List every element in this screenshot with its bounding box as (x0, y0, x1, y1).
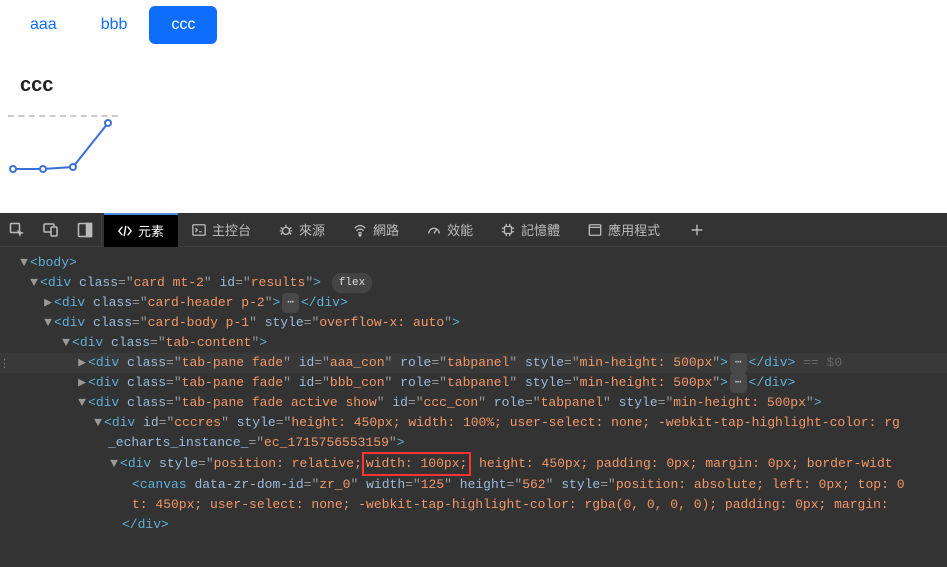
tab-label: 效能 (447, 220, 473, 239)
bug-icon (279, 223, 293, 237)
tab-label: 主控台 (212, 220, 251, 239)
flex-badge[interactable]: flex (332, 273, 372, 293)
dom-tree[interactable]: ▼<body> ▼<div class="card mt-2" id="resu… (0, 247, 947, 567)
add-tab-icon[interactable] (680, 213, 714, 247)
tab-aaa[interactable]: aaa (8, 6, 79, 44)
devtools-toolbar: 元素 主控台 來源 網路 效能 記憶體 應用程式 (0, 213, 947, 247)
dom-node[interactable]: </div> (0, 515, 947, 535)
dom-node[interactable]: ▼<div style="position: relative; width: … (0, 453, 947, 475)
tab-ccc[interactable]: ccc (149, 6, 217, 44)
ellipsis-badge[interactable]: ⋯ (730, 373, 747, 393)
tab-label: 來源 (299, 220, 325, 239)
chip-icon (501, 223, 515, 237)
dom-node[interactable]: ▶<div class="card-header p-2">⋯</div> (0, 293, 947, 313)
dom-node[interactable]: ▼<div class="tab-content"> (0, 333, 947, 353)
ellipsis-badge[interactable]: ⋯ (282, 293, 299, 313)
dom-node[interactable]: ▼<div class="tab-pane fade active show" … (0, 393, 947, 413)
console-icon (192, 223, 206, 237)
tab-label: 記憶體 (521, 220, 560, 239)
inspect-element-icon[interactable] (0, 213, 34, 247)
page-tabs: aaa bbb ccc (0, 0, 947, 44)
chart-canvas (8, 115, 118, 205)
ellipsis-badge[interactable]: ⋯ (730, 353, 747, 373)
dom-node-cont[interactable]: _echarts_instance_="ec_1715756553159"> (0, 433, 947, 453)
devtools-tab-sources[interactable]: 來源 (265, 213, 339, 247)
tab-label: 應用程式 (608, 220, 660, 239)
dom-node[interactable]: <canvas data-zr-dom-id="zr_0" width="125… (0, 475, 947, 495)
tab-label: 網路 (373, 220, 399, 239)
dom-node-cont[interactable]: t: 450px; user-select: none; -webkit-tap… (0, 495, 947, 515)
content-title: ccc (20, 74, 927, 97)
dom-node[interactable]: ▶<div class="tab-pane fade" id="bbb_con"… (0, 373, 947, 393)
device-toggle-icon[interactable] (34, 213, 68, 247)
tab-content: ccc (0, 44, 947, 213)
dom-node[interactable]: ▼<div id="cccres" style="height: 450px; … (0, 413, 947, 433)
selected-node-hint: == $0 (803, 355, 842, 370)
devtools-tab-performance[interactable]: 效能 (413, 213, 487, 247)
devtools-tab-elements[interactable]: 元素 (104, 213, 178, 247)
dom-node[interactable]: ▼<body> (0, 253, 947, 273)
wifi-icon (353, 223, 367, 237)
window-icon (588, 223, 602, 237)
code-icon (118, 224, 132, 238)
devtools-tab-application[interactable]: 應用程式 (574, 213, 674, 247)
dom-node[interactable]: ▼<div class="card-body p-1" style="overf… (0, 313, 947, 333)
tab-bbb[interactable]: bbb (79, 6, 150, 44)
devtools-tab-memory[interactable]: 記憶體 (487, 213, 574, 247)
selection-indicator-icon: ⋮ (0, 355, 11, 375)
dom-node[interactable]: ▼<div class="card mt-2" id="results"> fl… (0, 273, 947, 293)
devtools-tab-network[interactable]: 網路 (339, 213, 413, 247)
gauge-icon (427, 223, 441, 237)
dom-node-selected[interactable]: ⋮▶<div class="tab-pane fade" id="aaa_con… (0, 353, 947, 373)
dock-side-icon[interactable] (68, 213, 102, 247)
highlighted-style: width: 100px; (362, 452, 471, 476)
tab-label: 元素 (138, 221, 164, 240)
devtools-tab-console[interactable]: 主控台 (178, 213, 265, 247)
devtools-panel: 元素 主控台 來源 網路 效能 記憶體 應用程式 ▼<bo (0, 213, 947, 567)
